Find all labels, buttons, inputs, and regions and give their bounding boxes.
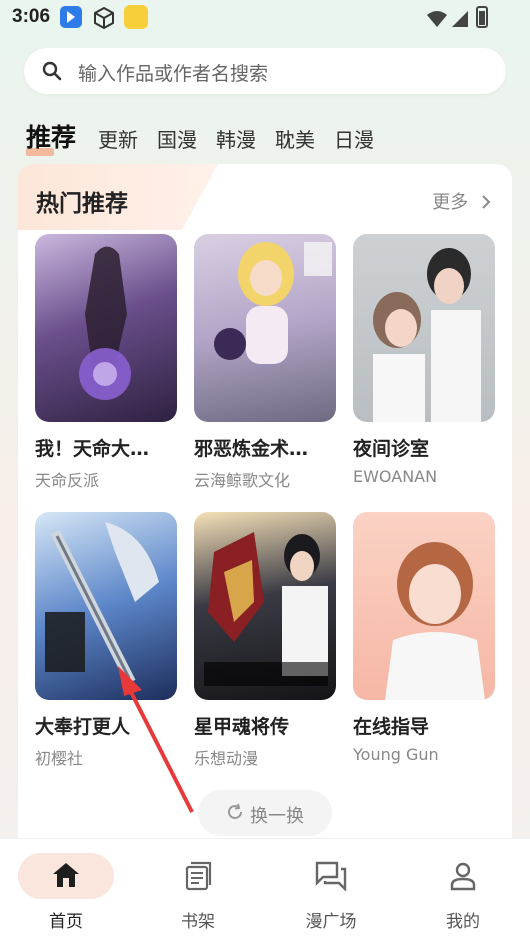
comic-author: 乐想动漫 bbox=[194, 749, 259, 768]
comic-author: 初樱社 bbox=[35, 749, 84, 768]
more-label: 更多 bbox=[432, 192, 469, 213]
hot-recommend-section: 热门推荐 更多 我！天命大… 天命反派 邪恶炼金术… 云海鲸歌文化 夜间诊室 E… bbox=[18, 164, 512, 840]
tab-domestic[interactable]: 国漫 bbox=[157, 124, 197, 153]
comic-item[interactable]: 大奉打更人 初樱社 bbox=[35, 512, 177, 769]
comic-item[interactable]: 我！天命大… 天命反派 bbox=[35, 234, 177, 491]
app-notification-icon bbox=[60, 6, 82, 28]
status-bar: 3:06 bbox=[0, 0, 530, 36]
tab-korean[interactable]: 韩漫 bbox=[216, 124, 256, 153]
chat-square-icon bbox=[315, 861, 347, 895]
comic-author: 云海鲸歌文化 bbox=[194, 471, 291, 490]
comic-title: 夜间诊室 bbox=[353, 438, 430, 460]
nav-plaza[interactable]: 漫广场 bbox=[265, 839, 397, 943]
bottom-navigation: 首页 书架 漫广场 我的 bbox=[0, 838, 530, 943]
comic-item[interactable]: 夜间诊室 EWOANAN bbox=[353, 234, 495, 486]
comic-item[interactable]: 邪恶炼金术… 云海鲸歌文化 bbox=[194, 234, 336, 491]
more-link[interactable]: 更多 bbox=[432, 188, 492, 214]
comic-author: 天命反派 bbox=[35, 471, 100, 490]
section-title: 热门推荐 bbox=[36, 191, 128, 217]
nav-bookshelf-label: 书架 bbox=[181, 912, 215, 932]
comic-item[interactable]: 在线指导 Young Gun bbox=[353, 512, 495, 764]
nav-home[interactable]: 首页 bbox=[0, 839, 132, 943]
refresh-icon bbox=[226, 803, 244, 825]
comic-title: 在线指导 bbox=[353, 716, 430, 738]
comic-cover-image[interactable] bbox=[353, 512, 495, 700]
game-app-icon bbox=[124, 5, 148, 29]
battery-icon bbox=[476, 6, 488, 28]
comic-cover-image[interactable] bbox=[35, 512, 177, 700]
profile-icon bbox=[449, 861, 477, 895]
status-time: 3:06 bbox=[12, 6, 51, 27]
tab-recommend[interactable]: 推荐 bbox=[26, 118, 76, 154]
comic-title: 星甲魂将传 bbox=[194, 716, 290, 738]
comic-cover-image[interactable] bbox=[353, 234, 495, 422]
chevron-right-icon bbox=[482, 195, 491, 209]
comic-title: 邪恶炼金术… bbox=[194, 438, 309, 460]
comic-cover-image[interactable] bbox=[35, 234, 177, 422]
comic-title: 我！天命大… bbox=[35, 438, 150, 460]
nav-bookshelf[interactable]: 书架 bbox=[132, 839, 264, 943]
refresh-button[interactable]: 换一换 bbox=[198, 790, 332, 836]
home-icon bbox=[51, 861, 81, 893]
cube-icon bbox=[92, 6, 116, 34]
nav-home-label: 首页 bbox=[49, 912, 83, 932]
bookshelf-icon bbox=[183, 861, 213, 895]
comic-item[interactable]: 星甲魂将传 乐想动漫 bbox=[194, 512, 336, 769]
tab-bl[interactable]: 耽美 bbox=[275, 124, 315, 153]
nav-profile[interactable]: 我的 bbox=[397, 839, 529, 943]
tab-japanese[interactable]: 日漫 bbox=[334, 124, 374, 153]
comic-title: 大奉打更人 bbox=[35, 716, 131, 738]
search-icon bbox=[42, 61, 62, 85]
comic-cover-image[interactable] bbox=[194, 512, 336, 700]
nav-profile-label: 我的 bbox=[446, 912, 480, 932]
tab-update[interactable]: 更新 bbox=[98, 124, 138, 153]
comic-author: Young Gun bbox=[353, 745, 439, 764]
search-bar[interactable]: 输入作品或作者名搜索 bbox=[24, 48, 506, 94]
nav-plaza-label: 漫广场 bbox=[305, 912, 357, 932]
search-placeholder: 输入作品或作者名搜索 bbox=[78, 63, 269, 85]
comic-cover-image[interactable] bbox=[194, 234, 336, 422]
refresh-label: 换一换 bbox=[250, 806, 304, 827]
comic-author: EWOANAN bbox=[353, 467, 438, 486]
